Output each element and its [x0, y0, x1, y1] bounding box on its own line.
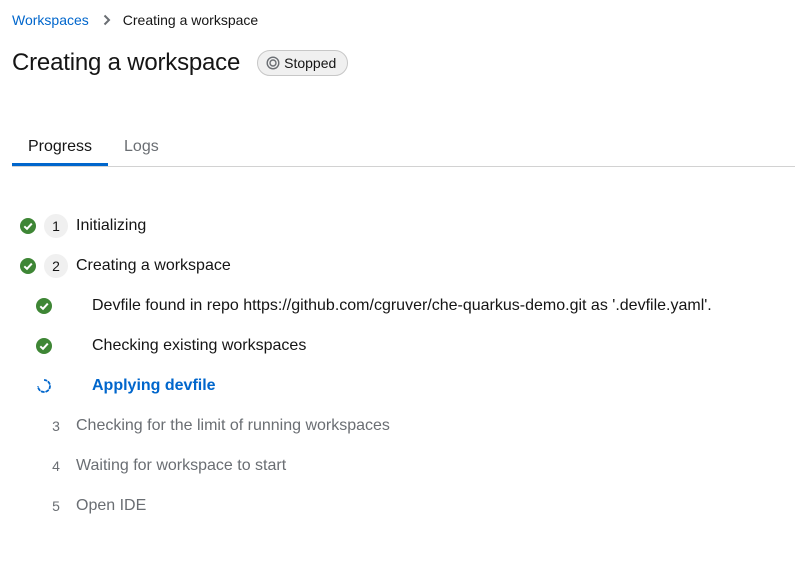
step-number: 2 [44, 254, 68, 278]
breadcrumb: Workspaces Creating a workspace [12, 11, 258, 29]
substep-label: Applying devfile [92, 377, 216, 394]
breadcrumb-workspaces-link[interactable]: Workspaces [12, 12, 89, 28]
spinner-icon [36, 378, 52, 394]
substep-checking-existing: Checking existing workspaces [0, 326, 795, 366]
check-circle-icon [20, 218, 36, 234]
status-badge-label: Stopped [284, 55, 337, 71]
substep-label: Devfile found in repo https://github.com… [92, 297, 712, 314]
chevron-right-icon [103, 14, 111, 26]
check-circle-icon [36, 338, 52, 354]
step-label: Initializing [76, 217, 147, 234]
step-waiting-start: 4 Waiting for workspace to start [0, 446, 795, 486]
progress-steps: 1 Initializing 2 Creating a workspace De… [0, 206, 795, 526]
substep-label: Checking existing workspaces [92, 337, 307, 354]
tab-progress-label: Progress [28, 138, 93, 155]
tabs-divider [12, 166, 795, 167]
substep-devfile-found: Devfile found in repo https://github.com… [0, 286, 795, 326]
step-number: 1 [44, 214, 68, 238]
step-label: Checking for the limit of running worksp… [76, 417, 390, 434]
status-badge: Stopped [257, 50, 349, 76]
step-checking-limit: 3 Checking for the limit of running work… [0, 406, 795, 446]
tab-logs-label: Logs [124, 138, 159, 155]
check-circle-icon [36, 298, 52, 314]
check-circle-icon [20, 258, 36, 274]
step-creating-workspace: 2 Creating a workspace [0, 246, 795, 286]
step-label: Creating a workspace [76, 257, 231, 274]
breadcrumb-current: Creating a workspace [122, 12, 259, 28]
tabs: Progress Logs [12, 128, 795, 166]
step-label: Open IDE [76, 497, 147, 514]
stopped-icon [266, 56, 280, 70]
tab-progress[interactable]: Progress [12, 128, 109, 166]
step-number: 3 [52, 418, 60, 434]
substep-applying-devfile: Applying devfile [0, 366, 795, 406]
page-header: Creating a workspace Stopped [12, 48, 349, 78]
step-number: 5 [52, 498, 60, 514]
step-open-ide: 5 Open IDE [0, 486, 795, 526]
page-title: Creating a workspace [12, 49, 241, 76]
step-label: Waiting for workspace to start [76, 457, 287, 474]
step-initializing: 1 Initializing [0, 206, 795, 246]
tab-logs[interactable]: Logs [108, 128, 175, 166]
step-number: 4 [52, 458, 60, 474]
